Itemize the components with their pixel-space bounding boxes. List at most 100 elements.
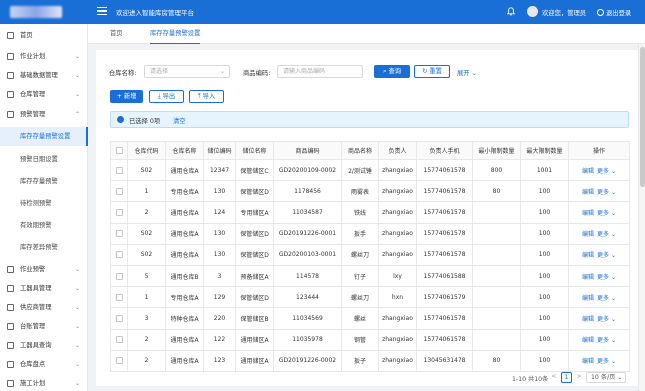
export-button[interactable]: ⤓ 导出 xyxy=(149,90,184,103)
more-dropdown[interactable]: 更多 ⌄ xyxy=(597,168,616,175)
sidebar-item-warehouse[interactable]: 仓库管理 ⌄ xyxy=(0,85,88,104)
edit-link[interactable]: 编辑 xyxy=(582,189,594,196)
sidebar-item-basic-data[interactable]: 基础数据管理 ⌄ xyxy=(0,66,88,85)
column-header[interactable]: 商品编码 xyxy=(273,141,342,160)
row-checkbox[interactable] xyxy=(115,272,123,280)
expand-link[interactable]: 展开 ⌄ xyxy=(457,68,477,77)
more-dropdown[interactable]: 更多 ⌄ xyxy=(597,295,616,302)
more-dropdown[interactable]: 更多 ⌄ xyxy=(597,316,616,323)
column-header[interactable]: 负责人 xyxy=(378,141,417,160)
chevron-down-icon: ⌄ xyxy=(610,358,616,366)
column-header[interactable]: 仓库名称 xyxy=(165,141,204,160)
row-select-cell[interactable] xyxy=(110,158,128,182)
sidebar-item-ledger[interactable]: 台账管理 ⌄ xyxy=(0,317,88,336)
row-checkbox[interactable] xyxy=(115,293,123,301)
more-dropdown[interactable]: 更多 ⌄ xyxy=(597,252,616,259)
column-header[interactable]: 仓库代码 xyxy=(127,141,166,160)
sidebar-item-construction[interactable]: 施工计划 ⌄ xyxy=(0,374,88,391)
sidebar-item-work-plan[interactable]: 作业计划 ⌄ xyxy=(0,47,88,66)
more-label: 更多 xyxy=(597,358,610,366)
scrollbar-thumb[interactable] xyxy=(640,47,645,187)
row-select-cell[interactable] xyxy=(110,201,128,224)
row-select-cell[interactable] xyxy=(110,264,128,288)
column-header[interactable]: 最大限制数量 xyxy=(520,141,569,160)
sidebar-item-suppliers[interactable]: 供应商管理 ⌄ xyxy=(0,298,88,317)
table-cell: hxn xyxy=(378,286,417,309)
sidebar-sub-stock-threshold[interactable]: 库存存量预警设置 xyxy=(0,127,88,146)
column-header[interactable]: 储位编码 xyxy=(203,141,236,160)
user-greeting[interactable]: 欢迎您，管理员 xyxy=(542,8,586,17)
more-dropdown[interactable]: 更多 ⌄ xyxy=(597,274,616,281)
row-select-cell[interactable] xyxy=(110,307,128,330)
sidebar-item-tools[interactable]: 工器具管理 ⌄ xyxy=(0,279,88,298)
edit-link[interactable]: 编辑 xyxy=(582,168,594,175)
reset-button[interactable]: ↻ 重置 xyxy=(414,65,450,78)
code-input-placeholder: 请输入商品编码 xyxy=(283,68,326,75)
sidebar-item-stocktake[interactable]: 仓库盘点 ⌄ xyxy=(0,355,88,374)
tab-stock-threshold[interactable]: 库存存量预警设置 xyxy=(150,24,201,44)
select-all-checkbox[interactable] xyxy=(115,147,123,154)
row-select-cell[interactable] xyxy=(110,180,128,203)
column-header[interactable]: 最小限制数量 xyxy=(472,141,521,160)
sidebar-sub-stock-alerts[interactable]: 库存存量预警 xyxy=(0,172,88,191)
logout-button[interactable]: 退出登录 xyxy=(597,8,631,17)
edit-link[interactable]: 编辑 xyxy=(582,337,594,344)
more-dropdown[interactable]: 更多 ⌄ xyxy=(597,358,616,365)
column-header[interactable]: 商品名称 xyxy=(341,141,379,160)
edit-link[interactable]: 编辑 xyxy=(582,231,594,238)
sidebar-sub-date-settings[interactable]: 预警日期设置 xyxy=(0,150,88,169)
sidebar-sub-expiry[interactable]: 有效期预警 xyxy=(0,216,88,235)
row-checkbox[interactable] xyxy=(115,336,123,344)
table-cell: 钉子 xyxy=(341,264,379,288)
row-select-cell[interactable] xyxy=(110,349,128,372)
sidebar-sub-diff[interactable]: 库存差异预警 xyxy=(0,238,88,257)
table-row: 2 通用仓库A 124 专用储区A 11034587 铁线 zhangxiao 1577406… xyxy=(110,201,630,224)
column-header[interactable]: 储位名称 xyxy=(235,141,274,160)
sidebar-item-alerts[interactable]: 预警管理 ⌃ xyxy=(0,105,88,124)
row-checkbox[interactable] xyxy=(115,166,123,174)
row-checkbox[interactable] xyxy=(115,208,123,216)
page-size-select[interactable]: 10 条/页 ⌄ xyxy=(586,372,626,383)
row-checkbox[interactable] xyxy=(115,230,123,238)
edit-link[interactable]: 编辑 xyxy=(582,210,594,217)
avatar[interactable] xyxy=(527,6,538,17)
row-select-cell[interactable] xyxy=(110,286,128,309)
sidebar-sub-inspection[interactable]: 待检测预警 xyxy=(0,194,88,213)
tab-home[interactable]: 首页 xyxy=(110,24,123,44)
row-select-cell[interactable] xyxy=(110,222,128,245)
row-checkbox[interactable] xyxy=(115,314,123,322)
table-cell: 100 xyxy=(520,201,569,224)
search-button[interactable]: ⌕ 查询 xyxy=(374,65,410,78)
code-input[interactable]: 请输入商品编码 xyxy=(277,65,363,78)
bell-icon[interactable] xyxy=(507,7,515,16)
page-scrollbar[interactable] xyxy=(638,44,645,391)
clear-selection-link[interactable]: 清空 xyxy=(173,116,186,125)
row-select-cell[interactable] xyxy=(110,328,128,351)
row-checkbox[interactable] xyxy=(115,251,123,259)
more-dropdown[interactable]: 更多 ⌄ xyxy=(597,337,616,344)
warehouse-select[interactable]: 请选择 ⌄ xyxy=(144,65,230,78)
import-button[interactable]: ⤒ 导入 xyxy=(189,90,224,103)
current-page-button[interactable]: 1 xyxy=(561,372,572,383)
more-dropdown[interactable]: 更多 ⌄ xyxy=(597,210,616,217)
row-select-cell[interactable] xyxy=(110,243,128,266)
row-checkbox[interactable] xyxy=(115,187,123,195)
edit-link[interactable]: 编辑 xyxy=(582,295,594,302)
row-checkbox[interactable] xyxy=(115,357,123,365)
sidebar-item-tool-query[interactable]: 工器具查询 ⌄ xyxy=(0,336,88,355)
sidebar-item-home[interactable]: 首页 xyxy=(0,26,88,45)
sidebar-item-label: 作业计划 xyxy=(20,53,46,60)
more-dropdown[interactable]: 更多 ⌄ xyxy=(597,189,616,196)
add-button[interactable]: + 新增 xyxy=(110,90,143,103)
edit-link[interactable]: 编辑 xyxy=(582,358,594,365)
edit-link[interactable]: 编辑 xyxy=(582,316,594,323)
menu-toggle-icon[interactable] xyxy=(97,7,107,17)
edit-link[interactable]: 编辑 xyxy=(582,252,594,259)
edit-link[interactable]: 编辑 xyxy=(582,274,594,281)
select-all-cell[interactable] xyxy=(110,141,128,160)
sidebar-item-job-alerts[interactable]: 作业预警 ⌄ xyxy=(0,260,88,279)
prev-page-button[interactable]: < xyxy=(549,372,559,383)
more-dropdown[interactable]: 更多 ⌄ xyxy=(597,231,616,238)
next-page-button[interactable]: > xyxy=(574,372,584,383)
column-header[interactable]: 负责人手机 xyxy=(416,141,473,160)
